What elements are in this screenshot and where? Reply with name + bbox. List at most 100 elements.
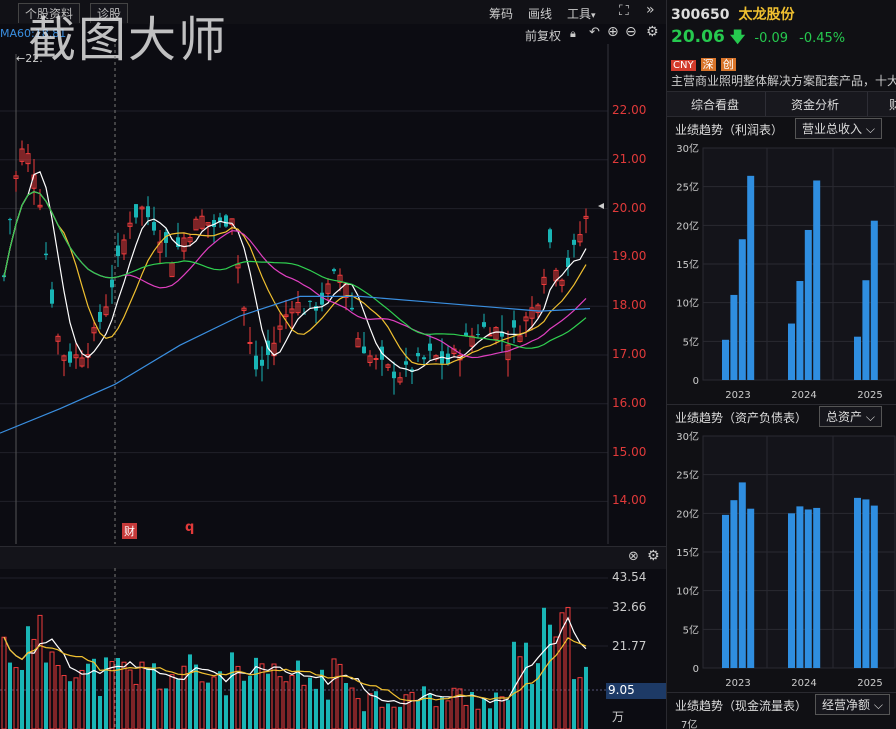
volume-bar-up [355, 698, 361, 729]
fin-y-tick: 15亿 [676, 258, 699, 271]
candle-body-down [8, 219, 12, 221]
tab-finance[interactable]: 财 [889, 96, 896, 113]
tab-divider [867, 92, 868, 116]
fin-bar [862, 499, 870, 668]
candle-body-down [116, 245, 120, 257]
tools-menu-button[interactable]: 工具▾ [567, 5, 596, 22]
candle-body-down [422, 357, 426, 360]
fin-bar [738, 239, 746, 380]
volume-unit: 万 [612, 710, 625, 724]
volume-bar-down [224, 695, 228, 729]
volume-bar-down [386, 703, 390, 729]
lock-icon[interactable]: 🔒︎ [570, 27, 576, 41]
undo-icon[interactable]: ↶ [589, 25, 600, 40]
high-price-marker: ←22. [16, 52, 43, 65]
fin-y-tick: 5亿 [683, 335, 699, 348]
fullscreen-icon[interactable]: ⛶ [619, 3, 629, 19]
income-metric-label: 营业总收入 [802, 122, 863, 136]
candle-body-down [404, 361, 408, 365]
volume-bar-up [499, 696, 505, 729]
event-finance-badge[interactable]: 财 [122, 523, 137, 539]
zoom-out-icon[interactable]: ⊖ [625, 24, 637, 40]
volume-tick-2: 32.66 [612, 600, 647, 614]
candle-body-down [44, 253, 48, 256]
volume-bar-down [92, 658, 96, 729]
volume-bar-up [181, 665, 187, 729]
double-chevron-right-icon[interactable]: » [646, 2, 655, 18]
fin-y-tick: 20亿 [676, 507, 699, 520]
volume-bar-up [109, 661, 115, 729]
volume-bar-down [68, 681, 72, 729]
tab-capital[interactable]: 资金分析 [791, 96, 839, 113]
volume-bar-down [248, 675, 252, 729]
fin-bar [722, 339, 729, 380]
adjust-mode-button[interactable]: 前复权 [525, 27, 561, 44]
volume-bar-up [169, 674, 175, 729]
section-income-title: 业绩趋势（利润表） [675, 123, 784, 137]
section-income-header: 业绩趋势（利润表） 营业总收入 ⌵ [667, 117, 896, 139]
fin-bar [804, 229, 812, 380]
stock-info-panel: 300650 太龙股份 20.06 🡇 -0.09 -0.45% CNY 深 创… [666, 0, 896, 729]
volume-bar-up [277, 676, 283, 729]
fin-x-label: 2025 [857, 390, 882, 401]
draw-line-button[interactable]: 画线 [528, 5, 552, 22]
price-tick: 22.00 [612, 103, 647, 117]
cashflow-y-tick: 7亿 [681, 720, 698, 729]
volume-bar-down [164, 688, 168, 729]
candle-body-down [350, 307, 354, 310]
volume-bar-down [344, 683, 348, 729]
volume-bar-down [530, 684, 534, 729]
income-metric-dropdown[interactable]: 营业总收入 ⌵ [795, 118, 882, 139]
fin-x-label: 2023 [725, 390, 750, 401]
price-tick: 21.00 [612, 151, 647, 166]
volume-bar-up [271, 663, 277, 729]
fin-y-tick: 10亿 [676, 297, 699, 310]
cashflow-metric-dropdown[interactable]: 经营净额 ⌵ [815, 694, 890, 715]
candle-body-down [392, 371, 396, 379]
volume-bar-up [433, 706, 439, 729]
volume-tick-3: 21.77 [612, 639, 647, 653]
chips-button[interactable]: 筹码 [489, 5, 513, 22]
candle-body-down [146, 206, 150, 218]
tab-overview[interactable]: 综合看盘 [691, 96, 739, 113]
close-icon[interactable]: ⊗ [628, 549, 639, 564]
candle-body-down [332, 269, 336, 272]
volume-bar-up [13, 667, 19, 729]
volume-bar-down [104, 657, 108, 729]
volume-settings-icon[interactable]: ⚙ [647, 548, 660, 564]
volume-bar-down [266, 673, 270, 729]
zoom-in-icon[interactable]: ⊕ [607, 24, 619, 40]
stock-code: 300650 [671, 7, 730, 23]
volume-bar-down [20, 669, 24, 729]
volume-bar-up [127, 669, 133, 729]
volume-bar-up [445, 700, 451, 729]
volume-bar-up [367, 693, 373, 729]
volume-bar-down [572, 679, 576, 729]
price-tick: 19.00 [612, 249, 647, 264]
volume-header [0, 546, 666, 569]
kline-panel: 个股资料 诊股 筹码 画线 工具▾ ⛶ » MA60:18.81 前复权 🔒︎ … [0, 0, 666, 729]
fin-y-tick: 10亿 [676, 585, 699, 598]
fin-bar [730, 294, 738, 380]
volume-bar-up [565, 606, 571, 729]
volume-bar-up [199, 681, 205, 729]
fin-bar [730, 500, 738, 668]
chevron-down-icon: ⌵ [865, 410, 875, 424]
volume-bar-up [391, 706, 397, 729]
fin-y-tick: 25亿 [676, 181, 699, 194]
volume-chart[interactable] [0, 568, 608, 729]
tools-label: 工具 [567, 7, 592, 21]
balance-chart[interactable]: 30亿 25亿 20亿 15亿 10亿 5亿 0 2023 2024 2025 [667, 428, 896, 690]
price-chart[interactable] [0, 44, 666, 544]
volume-bar-down [146, 668, 150, 729]
balance-metric-dropdown[interactable]: 总资产 ⌵ [819, 406, 882, 427]
candle-body-down [224, 215, 228, 227]
stock-name[interactable]: 太龙股份 [739, 7, 795, 23]
volume-bar-up [139, 661, 145, 729]
income-chart[interactable]: 30亿 25亿 20亿 15亿 10亿 5亿 0 2023 2024 2025 [667, 140, 896, 402]
balance-metric-label: 总资产 [826, 410, 863, 424]
event-q-marker[interactable]: q [185, 520, 194, 535]
settings-gear-icon[interactable]: ⚙ [646, 24, 659, 40]
business-description: 主营商业照明整体解决方案配套产品，十大 [671, 74, 896, 88]
volume-bar-down [536, 663, 540, 729]
